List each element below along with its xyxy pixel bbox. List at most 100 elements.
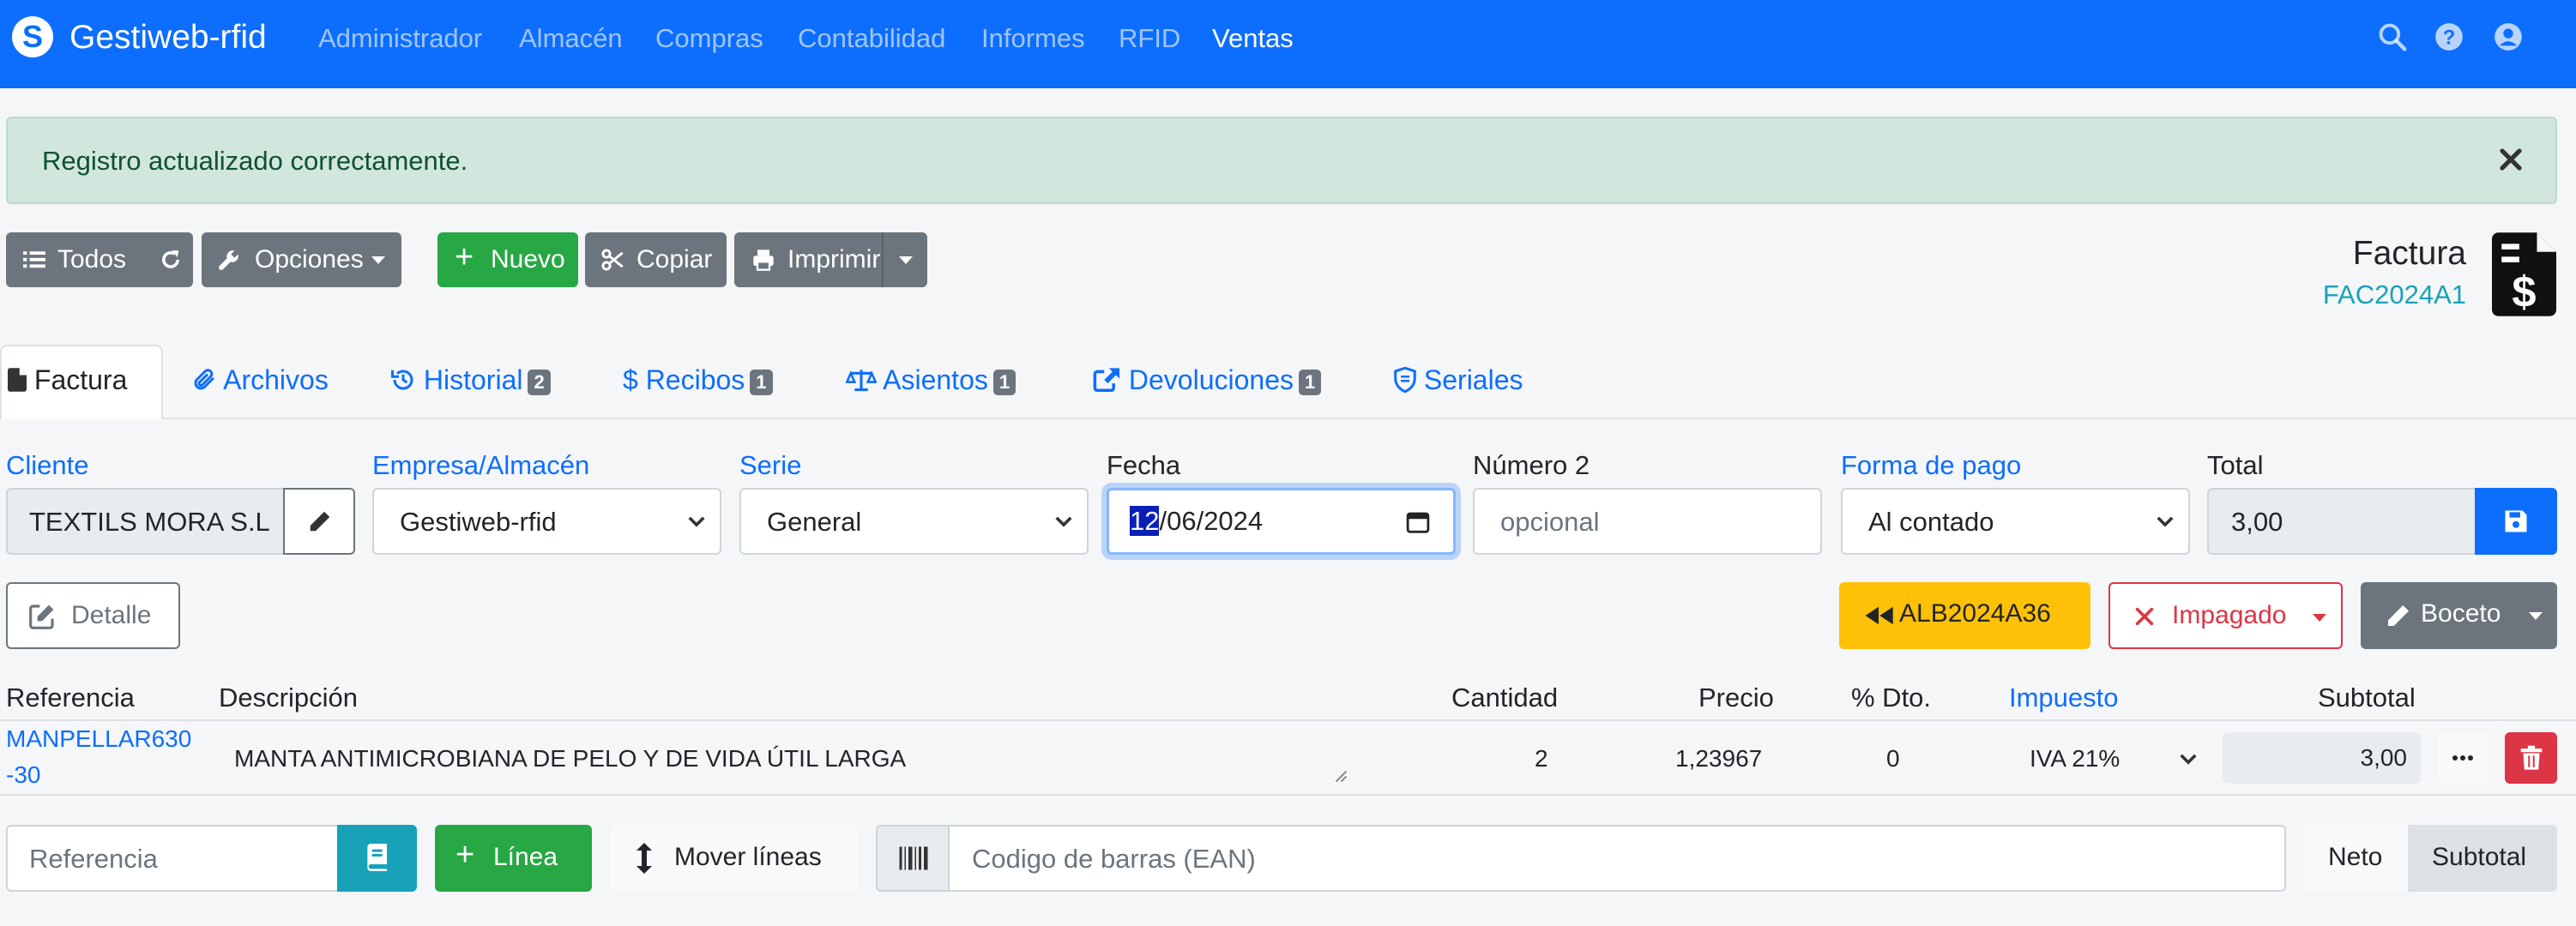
nav-ventas[interactable]: Ventas (1212, 23, 1294, 54)
file-icon (8, 368, 27, 392)
nav-administrador[interactable]: Administrador (318, 23, 482, 54)
help-icon[interactable]: ? (2433, 21, 2465, 53)
col-impuesto[interactable]: Impuesto (2009, 682, 2119, 713)
dropdown-caret-icon (2529, 612, 2543, 620)
cliente-label[interactable]: Cliente (6, 449, 89, 482)
nav-informes[interactable]: Informes (981, 23, 1085, 54)
empresa-select[interactable]: Gestiweb-rfid (372, 488, 721, 555)
add-line-label: Línea (493, 843, 558, 871)
all-records-label: Todos (57, 245, 127, 274)
print-button[interactable]: Imprimir (734, 232, 927, 287)
plus-icon: + (455, 837, 475, 873)
nav-almacen[interactable]: Almacén (519, 23, 623, 54)
row-delete-button[interactable] (2505, 732, 2557, 784)
cliente-field[interactable]: TEXTILS MORA S.L. (6, 488, 285, 555)
row-reference-line2[interactable]: -30 (6, 760, 40, 791)
nav-contabilidad[interactable]: Contabilidad (798, 23, 945, 54)
tab-asientos-badge: 1 (992, 369, 1017, 395)
tab-seriales[interactable]: Seriales (1394, 363, 1523, 397)
neto-toggle[interactable]: Neto (2304, 825, 2410, 892)
save-button[interactable] (2475, 488, 2557, 555)
pago-select[interactable]: Al contado (1841, 488, 2190, 555)
payment-status-button[interactable]: Impagado (2108, 582, 2343, 649)
row-quantity[interactable]: 2 (1535, 743, 1548, 774)
new-label: Nuevo (491, 245, 565, 274)
tab-historial-badge: 2 (528, 369, 551, 395)
barcode-icon (899, 846, 928, 870)
row-tax[interactable]: IVA 21% (2030, 743, 2120, 774)
fecha-label: Fecha (1107, 450, 1181, 480)
dropdown-caret-icon (371, 256, 385, 264)
vertical-arrows-icon (636, 843, 652, 874)
app-logo-icon[interactable]: S (12, 16, 53, 57)
calendar-icon[interactable] (1405, 509, 1431, 535)
paperclip-icon (194, 369, 214, 390)
empresa-label[interactable]: Empresa/Almacén (372, 449, 589, 482)
albaran-button[interactable]: ALB2024A36 (1839, 582, 2090, 649)
chevron-down-icon[interactable] (2179, 753, 2198, 765)
nav-rfid[interactable]: RFID (1119, 23, 1180, 54)
edit-client-button[interactable] (283, 488, 355, 555)
invoice-file-icon: $ (2492, 232, 2556, 316)
close-icon[interactable] (2494, 142, 2528, 177)
pencil-icon (2388, 605, 2409, 626)
numero2-input[interactable]: opcional (1473, 488, 1822, 555)
row-price[interactable]: 1,23967 (1675, 743, 1762, 774)
tab-recibos[interactable]: $ Recibos 1 (623, 363, 773, 397)
refresh-icon[interactable] (159, 248, 183, 272)
print-dropdown-caret-icon[interactable] (899, 256, 913, 264)
table-row-border (0, 794, 2576, 796)
serie-select[interactable]: General (739, 488, 1089, 555)
options-label: Opciones (255, 245, 364, 274)
subtotal-toggle[interactable]: Subtotal (2408, 825, 2557, 892)
row-reference-line1[interactable]: MANPELLAR630 (6, 724, 191, 755)
dollar-icon: $ (623, 364, 638, 395)
cliente-value: TEXTILS MORA S.L. (29, 507, 269, 537)
product-search-button[interactable] (337, 825, 417, 892)
brand-name[interactable]: Gestiweb-rfid (69, 19, 267, 57)
tab-recibos-badge: 1 (750, 369, 773, 395)
new-button[interactable]: + Nuevo (437, 232, 578, 287)
tab-archivos-label: Archivos (223, 364, 329, 395)
tab-archivos[interactable]: Archivos (191, 363, 329, 397)
col-cantidad: Cantidad (1451, 682, 1559, 713)
barcode-addon (876, 825, 950, 892)
move-lines-button[interactable]: Mover líneas (610, 825, 859, 892)
tab-devoluciones[interactable]: Devoluciones 1 (1092, 363, 1322, 397)
split-divider (882, 232, 884, 287)
document-code[interactable]: FAC2024A1 (2323, 280, 2466, 310)
detalle-button[interactable]: Detalle (6, 582, 180, 649)
barcode-input[interactable]: Codigo de barras (EAN) (948, 825, 2286, 892)
fecha-input[interactable]: 12/06/2024 (1107, 488, 1456, 555)
tab-asientos[interactable]: Asientos 1 (845, 363, 1017, 397)
serie-label[interactable]: Serie (739, 449, 801, 482)
copy-label: Copiar (636, 245, 713, 274)
options-button[interactable]: Opciones (202, 232, 401, 287)
floppy-disk-icon (2505, 510, 2527, 532)
resize-handle-icon[interactable] (1332, 767, 1348, 783)
reference-input[interactable]: Referencia (6, 825, 339, 892)
tab-historial[interactable]: Historial 2 (390, 363, 551, 397)
status-boceto-label: Boceto (2421, 599, 2501, 628)
user-icon[interactable] (2492, 21, 2525, 53)
chevron-down-icon (688, 516, 705, 527)
tab-historial-label: Historial (423, 364, 523, 395)
pago-label[interactable]: Forma de pago (1841, 449, 2021, 482)
status-boceto-button[interactable]: Boceto (2361, 582, 2557, 649)
row-more-button[interactable] (2438, 732, 2488, 784)
search-icon[interactable] (2376, 21, 2409, 53)
svg-text:$: $ (2512, 268, 2536, 316)
all-records-button[interactable]: Todos (6, 232, 193, 287)
nav-compras[interactable]: Compras (655, 23, 763, 54)
tab-factura-label[interactable]: Factura (8, 363, 127, 397)
add-line-button[interactable]: + Línea (435, 825, 592, 892)
col-precio: Precio (1698, 682, 1774, 713)
copy-button[interactable]: Copiar (585, 232, 727, 287)
invoice-page: S Gestiweb-rfid Administrador Almacén Co… (0, 0, 2576, 926)
tab-seriales-label: Seriales (1423, 364, 1523, 395)
row-description[interactable]: MANTA ANTIMICROBIANA DE PELO Y DE VIDA Ú… (234, 743, 906, 774)
book-icon (367, 844, 387, 871)
backward-icon (1865, 606, 1893, 625)
empresa-value: Gestiweb-rfid (400, 507, 557, 537)
row-discount[interactable]: 0 (1886, 743, 1900, 774)
